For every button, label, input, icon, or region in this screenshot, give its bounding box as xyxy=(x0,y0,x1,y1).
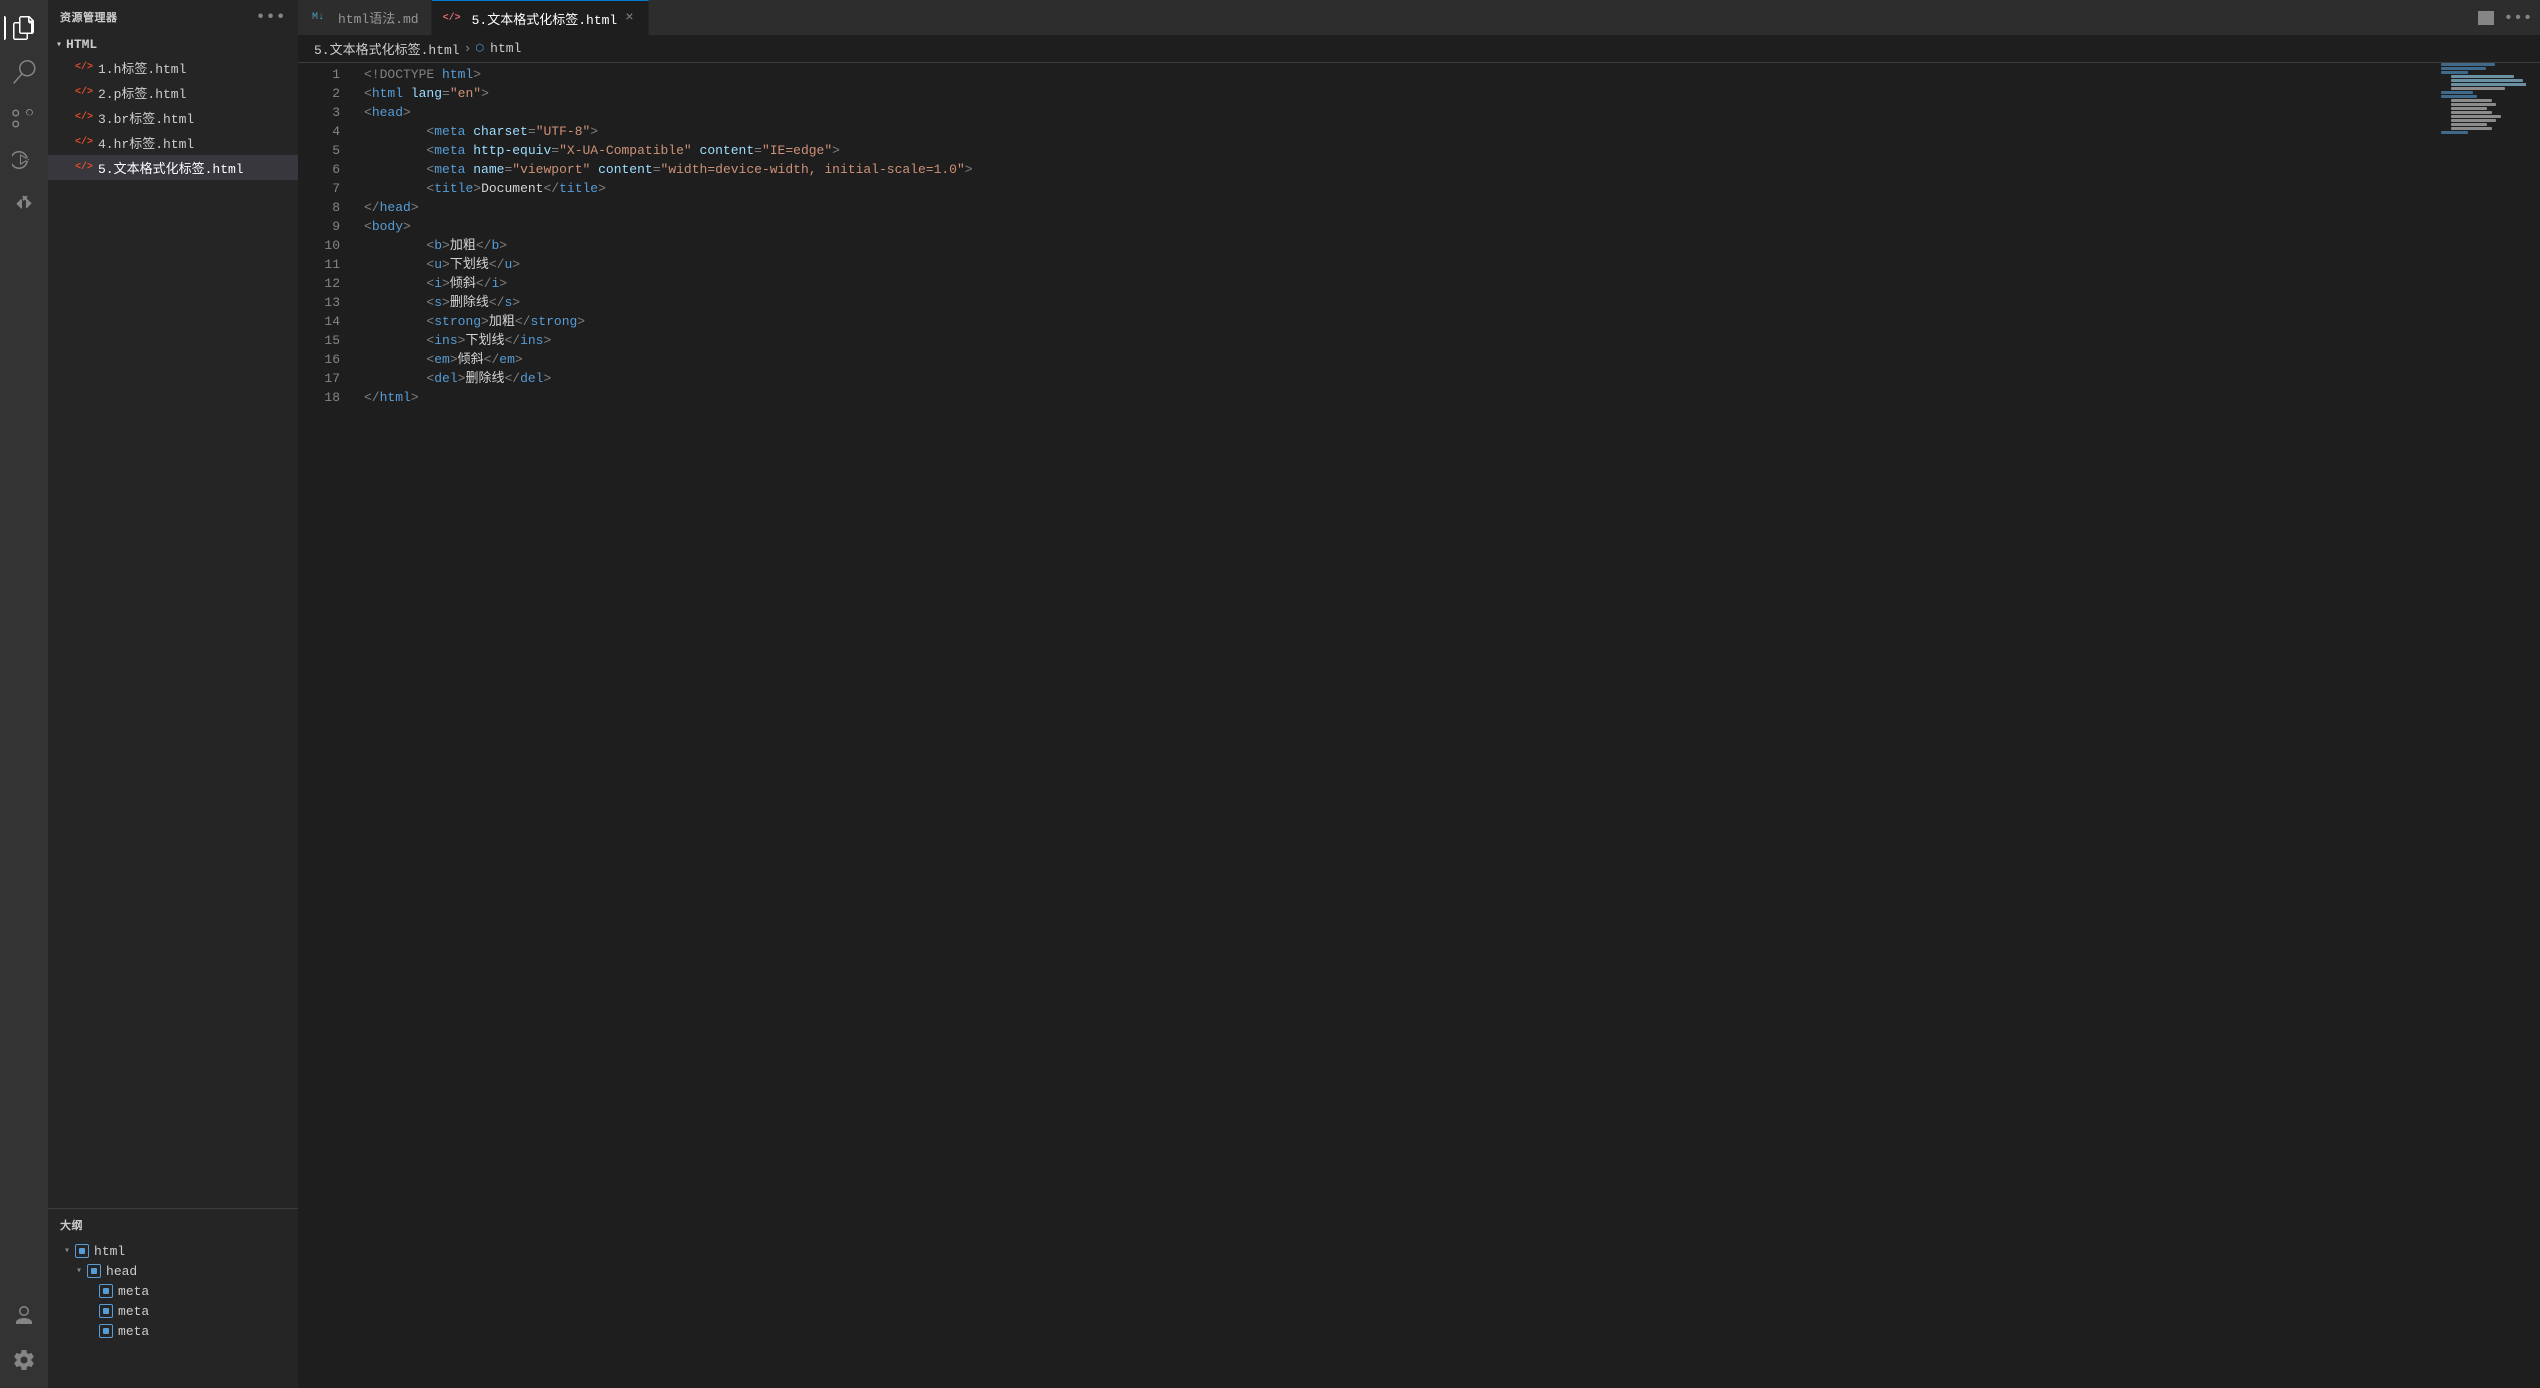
md-tab-icon: M↓ xyxy=(310,10,326,26)
code-line-17: <del>删除线</del> xyxy=(364,369,2426,388)
tab-text-format[interactable]: </> 5.文本格式化标签.html × xyxy=(432,0,649,35)
tab-html-syntax[interactable]: M↓ html语法.md xyxy=(298,0,432,35)
sidebar-header: 资源管理器 ••• xyxy=(48,0,298,34)
split-editor-button[interactable] xyxy=(2472,4,2500,32)
html-folder[interactable]: ▾ HTML xyxy=(48,34,298,55)
code-line-6: <meta name="viewport" content="width=dev… xyxy=(364,160,2426,179)
run-icon[interactable] xyxy=(4,140,44,180)
settings-icon[interactable] xyxy=(4,1340,44,1380)
html-file-icon: </> xyxy=(76,60,92,76)
node-icon xyxy=(98,1283,114,1299)
code-line-18: </html> xyxy=(364,388,2426,407)
account-icon[interactable] xyxy=(4,1296,44,1336)
code-line-10: <b>加粗</b> xyxy=(364,236,2426,255)
node-icon xyxy=(98,1323,114,1339)
outline-item-meta3[interactable]: ▾ meta xyxy=(48,1321,298,1341)
node-icon xyxy=(98,1303,114,1319)
breadcrumb-separator: › xyxy=(464,41,472,56)
explorer-icon[interactable] xyxy=(4,8,44,48)
outline-item-html[interactable]: ▾ html xyxy=(48,1241,298,1261)
code-line-11: <u>下划线</u> xyxy=(364,255,2426,274)
code-line-4: <meta charset="UTF-8"> xyxy=(364,122,2426,141)
node-icon xyxy=(74,1243,90,1259)
html-file-icon: </> xyxy=(76,160,92,176)
file-item-1[interactable]: </> 1.h标签.html xyxy=(48,55,298,80)
outline-header: 大纲 xyxy=(48,1209,298,1241)
code-line-2: <html lang="en"> xyxy=(364,84,2426,103)
tab-close-button[interactable]: × xyxy=(623,8,635,28)
tabs-right-actions: ••• xyxy=(2472,4,2540,32)
editor[interactable]: 1 2 3 4 5 6 7 8 9 10 11 12 13 14 15 16 1… xyxy=(298,63,2540,1388)
html-file-icon: </> xyxy=(76,110,92,126)
outline-item-meta2[interactable]: ▾ meta xyxy=(48,1301,298,1321)
outline-item-meta1[interactable]: ▾ meta xyxy=(48,1281,298,1301)
search-icon[interactable] xyxy=(4,52,44,92)
code-content[interactable]: <!DOCTYPE html> <html lang="en"> <head> … xyxy=(348,63,2426,1388)
chevron-down-icon: ▾ xyxy=(56,39,62,51)
chevron-down-icon: ▾ xyxy=(64,1245,70,1257)
code-line-16: <em>倾斜</em> xyxy=(364,350,2426,369)
file-item-3[interactable]: </> 3.br标签.html xyxy=(48,105,298,130)
breadcrumb: 5.文本格式化标签.html › ⬡ html xyxy=(298,35,2540,63)
sidebar-more-button[interactable]: ••• xyxy=(256,8,286,26)
outline-item-head[interactable]: ▾ head xyxy=(48,1261,298,1281)
code-line-13: <s>删除线</s> xyxy=(364,293,2426,312)
activity-bar xyxy=(0,0,48,1388)
chevron-down-icon: ▾ xyxy=(76,1265,82,1277)
extensions-icon[interactable] xyxy=(4,184,44,224)
main-area: M↓ html语法.md </> 5.文本格式化标签.html × ••• 5.… xyxy=(298,0,2540,1388)
code-line-3: <head> xyxy=(364,103,2426,122)
file-item-2[interactable]: </> 2.p标签.html xyxy=(48,80,298,105)
code-line-12: <i>倾斜</i> xyxy=(364,274,2426,293)
code-line-1: <!DOCTYPE html> xyxy=(364,65,2426,84)
breadcrumb-file: 5.文本格式化标签.html xyxy=(314,39,460,58)
tabs-bar: M↓ html语法.md </> 5.文本格式化标签.html × ••• xyxy=(298,0,2540,35)
line-numbers: 1 2 3 4 5 6 7 8 9 10 11 12 13 14 15 16 1… xyxy=(298,63,348,1388)
code-line-8: </head> xyxy=(364,198,2426,217)
code-line-7: <title>Document</title> xyxy=(364,179,2426,198)
breadcrumb-node: html xyxy=(490,41,521,56)
code-line-9: <body> xyxy=(364,217,2426,236)
file-item-4[interactable]: </> 4.hr标签.html xyxy=(48,130,298,155)
sidebar: 资源管理器 ••• ▾ HTML </> 1.h标签.html </> 2.p标… xyxy=(48,0,298,1388)
vertical-scrollbar[interactable] xyxy=(2526,63,2540,1388)
file-item-5[interactable]: </> 5.文本格式化标签.html xyxy=(48,155,298,180)
code-line-5: <meta http-equiv="X-UA-Compatible" conte… xyxy=(364,141,2426,160)
code-line-14: <strong>加粗</strong> xyxy=(364,312,2426,331)
node-icon xyxy=(86,1263,102,1279)
outline-section: 大纲 ▾ html ▾ head ▾ meta ▾ xyxy=(48,1208,298,1388)
html-file-icon: </> xyxy=(76,85,92,101)
more-actions-button[interactable]: ••• xyxy=(2504,4,2532,32)
minimap xyxy=(2426,63,2526,1388)
html-file-icon: </> xyxy=(76,135,92,151)
breadcrumb-node-icon: ⬡ xyxy=(475,43,484,55)
code-line-15: <ins>下划线</ins> xyxy=(364,331,2426,350)
html-tab-icon: </> xyxy=(444,10,460,26)
source-control-icon[interactable] xyxy=(4,96,44,136)
